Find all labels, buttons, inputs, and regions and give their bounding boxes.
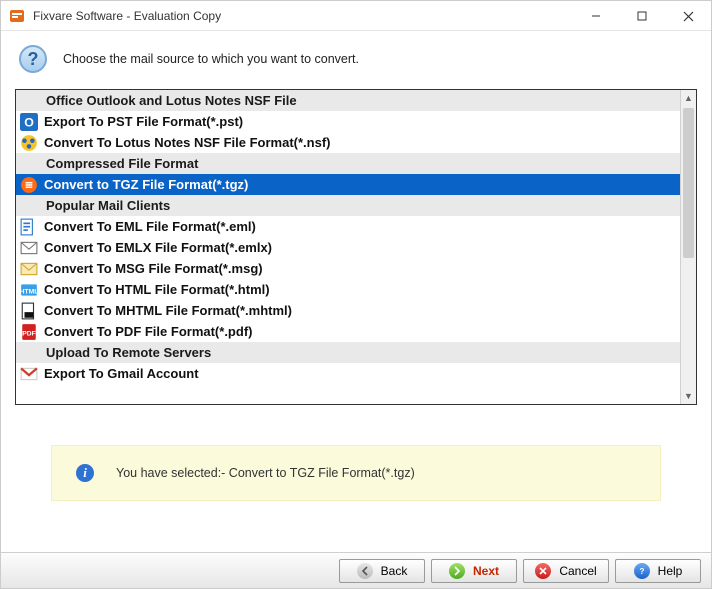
mhtml-icon — [20, 303, 38, 319]
group-remote-servers[interactable]: Upload To Remote Servers — [16, 342, 680, 363]
selection-info-box: i You have selected:- Convert to TGZ Fil… — [51, 445, 661, 501]
minimize-button[interactable] — [573, 1, 619, 31]
msg-icon — [20, 261, 38, 277]
help-label: Help — [658, 564, 683, 578]
minimize-icon — [591, 11, 601, 21]
help-icon: ? — [634, 563, 650, 579]
pdf-icon: PDF — [20, 324, 38, 340]
arrow-right-icon — [449, 563, 465, 579]
option-nsf[interactable]: Convert To Lotus Notes NSF File Format(*… — [16, 132, 680, 153]
group-label: Office Outlook and Lotus Notes NSF File — [46, 93, 297, 108]
maximize-icon — [637, 11, 647, 21]
next-label: Next — [473, 564, 499, 578]
format-list: Office Outlook and Lotus Notes NSF File … — [15, 89, 697, 405]
format-list-body: Office Outlook and Lotus Notes NSF File … — [16, 90, 680, 404]
close-icon — [683, 11, 694, 22]
option-label: Convert To HTML File Format(*.html) — [44, 282, 270, 297]
emlx-icon — [20, 240, 38, 256]
scroll-up-icon: ▲ — [681, 90, 696, 106]
cancel-label: Cancel — [559, 564, 596, 578]
outlook-icon: O — [20, 114, 38, 130]
back-label: Back — [381, 564, 408, 578]
vertical-scrollbar[interactable]: ▲ ▼ — [680, 90, 696, 404]
group-label: Compressed File Format — [46, 156, 198, 171]
window-title: Fixvare Software - Evaluation Copy — [33, 9, 573, 23]
arrow-left-icon — [357, 563, 373, 579]
option-label: Convert To PDF File Format(*.pdf) — [44, 324, 252, 339]
option-msg[interactable]: Convert To MSG File Format(*.msg) — [16, 258, 680, 279]
option-label: Convert To EML File Format(*.eml) — [44, 219, 256, 234]
option-label: Export To PST File Format(*.pst) — [44, 114, 243, 129]
option-eml[interactable]: Convert To EML File Format(*.eml) — [16, 216, 680, 237]
window-controls — [573, 1, 711, 30]
group-popular-clients[interactable]: Popular Mail Clients — [16, 195, 680, 216]
eml-icon — [20, 219, 38, 235]
scroll-down-icon: ▼ — [681, 388, 696, 404]
option-pdf[interactable]: PDF Convert To PDF File Format(*.pdf) — [16, 321, 680, 342]
group-label: Upload To Remote Servers — [46, 345, 211, 360]
svg-text:HTML: HTML — [20, 288, 38, 295]
svg-text:O: O — [24, 115, 34, 129]
help-button[interactable]: ? Help — [615, 559, 701, 583]
option-emlx[interactable]: Convert To EMLX File Format(*.emlx) — [16, 237, 680, 258]
option-label: Export To Gmail Account — [44, 366, 199, 381]
option-label: Convert To EMLX File Format(*.emlx) — [44, 240, 272, 255]
group-label: Popular Mail Clients — [46, 198, 170, 213]
app-icon — [9, 8, 25, 24]
option-gmail[interactable]: Export To Gmail Account — [16, 363, 680, 384]
svg-text:?: ? — [639, 567, 644, 576]
option-tgz[interactable]: Convert to TGZ File Format(*.tgz) — [16, 174, 680, 195]
app-window: Fixvare Software - Evaluation Copy ? Cho… — [0, 0, 712, 589]
next-button[interactable]: Next — [431, 559, 517, 583]
maximize-button[interactable] — [619, 1, 665, 31]
option-label: Convert To MSG File Format(*.msg) — [44, 261, 263, 276]
option-html[interactable]: HTML Convert To HTML File Format(*.html) — [16, 279, 680, 300]
close-button[interactable] — [665, 1, 711, 31]
group-office-outlook-nsf[interactable]: Office Outlook and Lotus Notes NSF File — [16, 90, 680, 111]
cancel-button[interactable]: Cancel — [523, 559, 609, 583]
option-label: Convert to TGZ File Format(*.tgz) — [44, 177, 248, 192]
instruction-text: Choose the mail source to which you want… — [63, 52, 359, 66]
instruction-strip: ? Choose the mail source to which you wa… — [1, 31, 711, 87]
selection-info-text: You have selected:- Convert to TGZ File … — [116, 466, 415, 480]
option-pst[interactable]: O Export To PST File Format(*.pst) — [16, 111, 680, 132]
titlebar: Fixvare Software - Evaluation Copy — [1, 1, 711, 31]
scroll-thumb[interactable] — [683, 108, 694, 258]
back-button[interactable]: Back — [339, 559, 425, 583]
option-label: Convert To Lotus Notes NSF File Format(*… — [44, 135, 331, 150]
question-icon: ? — [19, 45, 47, 73]
group-compressed[interactable]: Compressed File Format — [16, 153, 680, 174]
footer-bar: Back Next Cancel ? Help — [1, 552, 711, 588]
svg-text:PDF: PDF — [22, 330, 36, 337]
lotus-notes-icon — [20, 135, 38, 151]
gmail-icon — [20, 366, 38, 382]
option-mhtml[interactable]: Convert To MHTML File Format(*.mhtml) — [16, 300, 680, 321]
info-icon: i — [76, 464, 94, 482]
cancel-icon — [535, 563, 551, 579]
tgz-icon — [20, 177, 38, 193]
html-icon: HTML — [20, 282, 38, 298]
option-label: Convert To MHTML File Format(*.mhtml) — [44, 303, 292, 318]
